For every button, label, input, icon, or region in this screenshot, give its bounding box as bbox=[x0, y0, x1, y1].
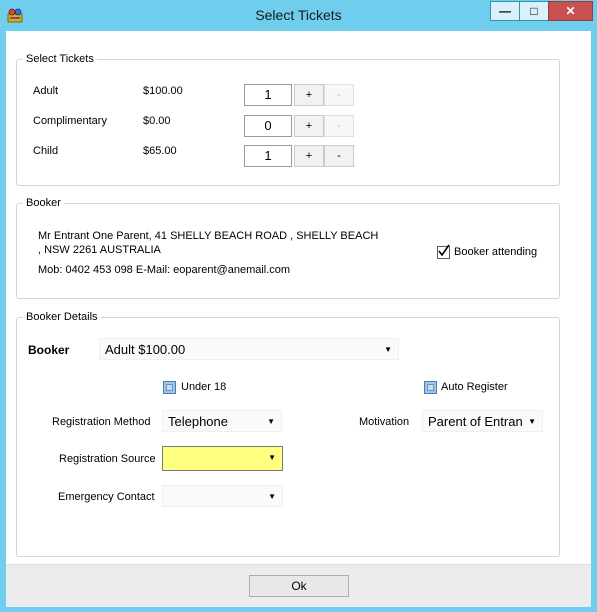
minimize-button[interactable]: — bbox=[490, 1, 520, 21]
dialog-window: Select Tickets — □ ✕ Select Tickets Adul… bbox=[0, 0, 597, 612]
title-bar[interactable]: Select Tickets — □ ✕ bbox=[0, 0, 597, 30]
registration-source-select[interactable]: ▼ bbox=[162, 446, 283, 471]
ticket-label: Adult bbox=[33, 85, 59, 97]
decrement-button[interactable]: - bbox=[324, 115, 354, 137]
motivation-select[interactable]: Parent of Entran ▼ bbox=[422, 410, 543, 432]
chevron-down-icon: ▼ bbox=[268, 492, 276, 501]
registration-source-label: Registration Source bbox=[59, 453, 156, 465]
ticket-quantity-input[interactable]: 0 bbox=[244, 115, 292, 137]
chevron-down-icon: ▼ bbox=[268, 453, 276, 462]
checkmark-icon bbox=[438, 244, 450, 257]
increment-button[interactable]: + bbox=[294, 84, 324, 106]
chevron-down-icon: ▼ bbox=[267, 417, 275, 426]
chevron-down-icon: ▼ bbox=[384, 345, 392, 354]
ticket-label: Child bbox=[33, 145, 59, 157]
decrement-button[interactable]: - bbox=[324, 84, 354, 106]
ticket-quantity-input[interactable]: 1 bbox=[244, 145, 292, 167]
registration-method-select[interactable]: Telephone ▼ bbox=[162, 410, 282, 432]
motivation-label: Motivation bbox=[359, 416, 410, 428]
booker-attending-checkbox[interactable] bbox=[437, 244, 450, 259]
motivation-value: Parent of Entran bbox=[428, 414, 523, 429]
emergency-contact-label: Emergency Contact bbox=[58, 491, 155, 503]
booker-select[interactable]: Adult $100.00 ▼ bbox=[99, 338, 399, 360]
booker-contact: Mob: 0402 453 098 E-Mail: eoparent@anema… bbox=[38, 264, 291, 276]
registration-method-value: Telephone bbox=[168, 414, 228, 429]
emergency-contact-select[interactable]: ▼ bbox=[162, 485, 283, 507]
chevron-down-icon: ▼ bbox=[525, 411, 536, 431]
ticket-price: $100.00 bbox=[143, 85, 183, 97]
dialog-body: Select Tickets Adult $100.00 1 + - Compl… bbox=[6, 31, 591, 607]
ticket-label: Complimentary bbox=[33, 115, 107, 127]
auto-register-checkbox[interactable] bbox=[424, 381, 437, 394]
booker-select-value: Adult $100.00 bbox=[105, 342, 186, 357]
booker-address-line2: , NSW 2261 AUSTRALIA bbox=[38, 244, 161, 256]
ticket-price: $65.00 bbox=[143, 145, 177, 157]
booker-legend: Booker bbox=[26, 197, 61, 209]
under-18-checkbox[interactable] bbox=[163, 381, 176, 394]
under-18-label: Under 18 bbox=[181, 381, 227, 393]
ok-button[interactable]: Ok bbox=[249, 575, 349, 597]
decrement-button[interactable]: - bbox=[324, 145, 354, 167]
maximize-button[interactable]: □ bbox=[519, 1, 549, 21]
ticket-price: $0.00 bbox=[143, 115, 171, 127]
booker-attending-label: Booker attending bbox=[454, 246, 538, 258]
ticket-quantity-input[interactable]: 1 bbox=[244, 84, 292, 106]
dialog-footer: Ok bbox=[6, 564, 591, 607]
registration-method-label: Registration Method bbox=[52, 416, 151, 428]
booker-address-line1: Mr Entrant One Parent, 41 SHELLY BEACH R… bbox=[38, 230, 379, 242]
select-tickets-legend: Select Tickets bbox=[26, 53, 94, 65]
auto-register-label: Auto Register bbox=[441, 381, 508, 393]
close-button[interactable]: ✕ bbox=[548, 1, 593, 21]
booker-details-legend: Booker Details bbox=[26, 311, 98, 323]
booker-select-label: Booker bbox=[28, 343, 70, 357]
increment-button[interactable]: + bbox=[294, 145, 324, 167]
increment-button[interactable]: + bbox=[294, 115, 324, 137]
